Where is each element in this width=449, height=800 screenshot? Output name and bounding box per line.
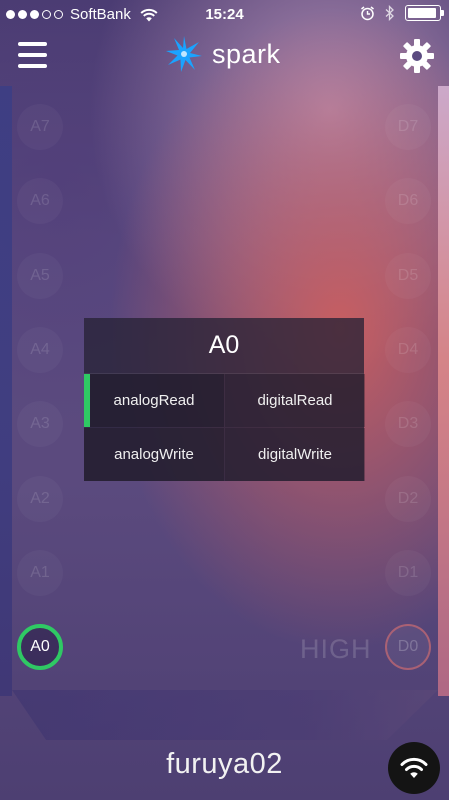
status-indicators	[360, 5, 444, 21]
pin-d7[interactable]: D7	[385, 104, 431, 150]
pin-d0[interactable]: D0	[385, 624, 431, 670]
battery-level	[408, 8, 437, 18]
pin-menu-title: A0	[84, 318, 364, 374]
analog-write-option[interactable]: analogWrite	[84, 428, 224, 481]
status-bar: SoftBank 15:24	[0, 0, 449, 28]
pin-a5[interactable]: A5	[17, 253, 63, 299]
wifi-icon	[400, 757, 428, 778]
alarm-icon	[361, 5, 374, 20]
left-rail	[0, 86, 12, 696]
settings-gear-icon[interactable]	[399, 38, 435, 74]
connect-button[interactable]	[388, 742, 440, 794]
pin-d1[interactable]: D1	[385, 550, 431, 596]
pin-d6[interactable]: D6	[385, 178, 431, 224]
pin-a3[interactable]: A3	[17, 401, 63, 447]
app-name: spark	[212, 38, 281, 69]
battery-icon	[405, 5, 444, 21]
selected-indicator	[84, 374, 90, 427]
menu-icon-bar	[18, 53, 47, 57]
pin-mode-menu: A0 analogRead digitalRead analogWrite di…	[84, 318, 365, 481]
pin-a7[interactable]: A7	[17, 104, 63, 150]
menu-icon-bar	[18, 42, 47, 46]
pin-d3[interactable]: D3	[385, 401, 431, 447]
pin-a6[interactable]: A6	[17, 178, 63, 224]
pin-a2[interactable]: A2	[17, 476, 63, 522]
digital-read-option[interactable]: digitalRead	[225, 374, 365, 427]
bluetooth-icon	[385, 5, 394, 21]
menu-icon-bar	[18, 64, 47, 68]
pin-d4[interactable]: D4	[385, 327, 431, 373]
pin-d0-state: HIGH	[300, 634, 372, 664]
pin-a0[interactable]: A0	[17, 624, 63, 670]
device-name[interactable]: furuya02	[0, 748, 449, 781]
analog-read-option[interactable]: analogRead	[84, 374, 224, 427]
right-rail	[438, 86, 449, 696]
pin-a1[interactable]: A1	[17, 550, 63, 596]
board-frame	[12, 690, 438, 740]
pin-a4[interactable]: A4	[17, 327, 63, 373]
pin-d2[interactable]: D2	[385, 476, 431, 522]
app-logo: spark	[164, 34, 281, 74]
menu-button[interactable]	[18, 42, 48, 70]
pin-d5[interactable]: D5	[385, 253, 431, 299]
digital-write-option[interactable]: digitalWrite	[225, 428, 365, 481]
spark-logo-icon	[166, 36, 202, 72]
nav-bar: spark	[0, 28, 449, 86]
